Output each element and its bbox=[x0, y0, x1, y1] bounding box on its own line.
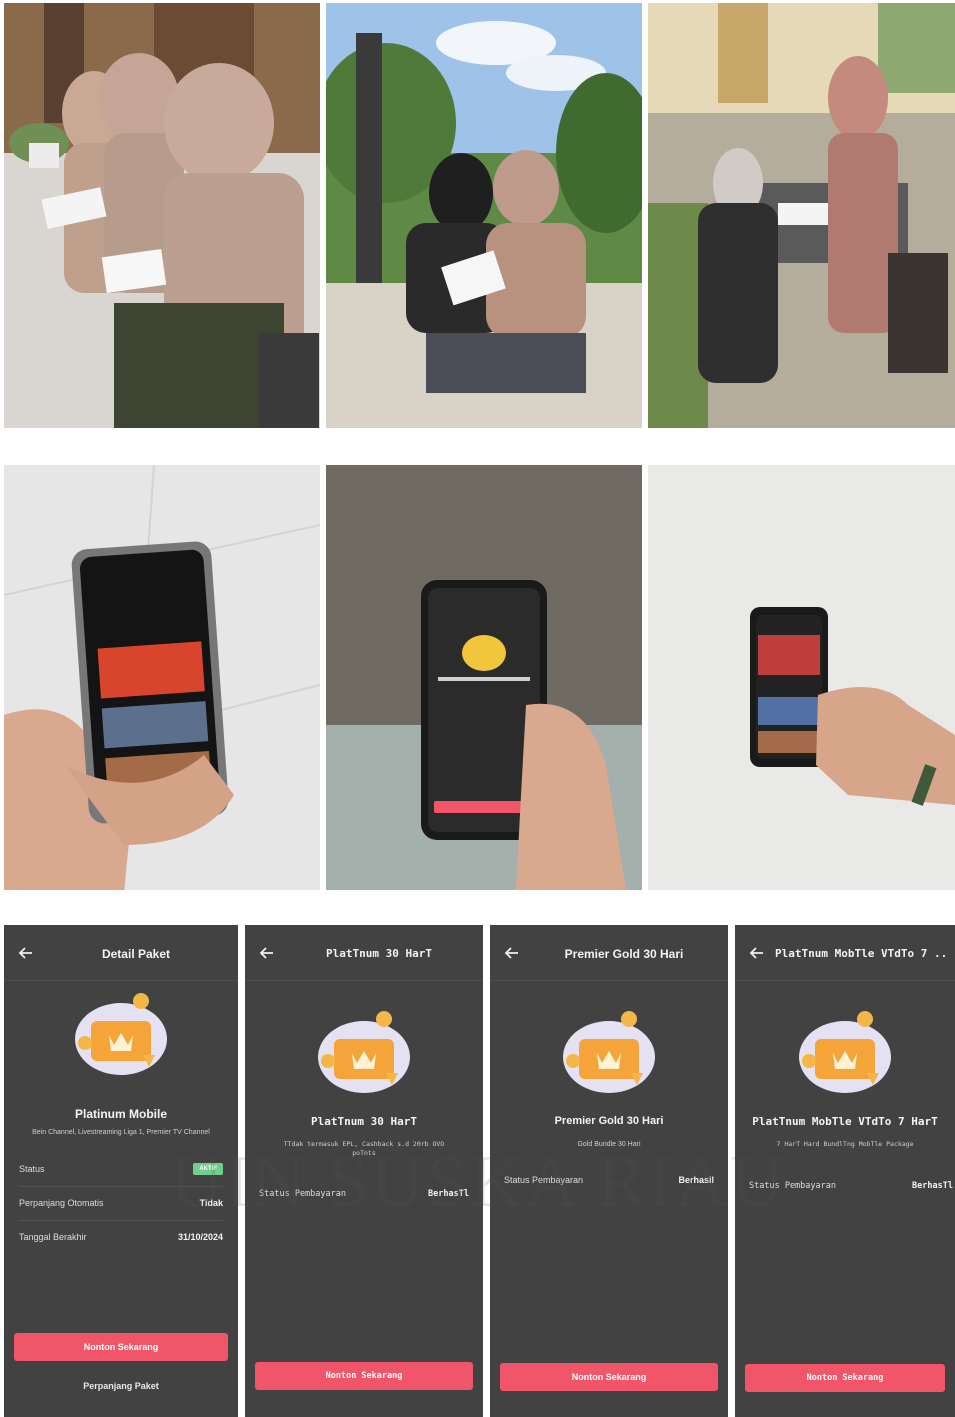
photo-phone-purchase-success bbox=[326, 465, 642, 890]
page-title: PlatTnum MobTle VTdTo 7 ... bbox=[775, 947, 949, 960]
page-title: Detail Paket bbox=[101, 947, 171, 961]
page-title: Premier Gold 30 Hari bbox=[564, 947, 684, 961]
app-header: PlatTnum MobTle VTdTo 7 ... bbox=[735, 925, 955, 981]
watch-now-button[interactable]: Nonton Sekarang bbox=[255, 1362, 473, 1390]
screen-platinum-30: PlatTnum 30 HarT PlatTnum 30 HarT TTdak … bbox=[245, 925, 483, 1417]
payment-status-value: BerhasTl bbox=[912, 1181, 953, 1191]
screen-platinum-vidio-7: PlatTnum MobTle VTdTo 7 ... PlatTnum Mob… bbox=[735, 925, 955, 1417]
app-header: Detail Paket bbox=[4, 925, 238, 981]
app-header: Premier Gold 30 Hari bbox=[490, 925, 728, 981]
watch-now-button[interactable]: Nonton Sekarang bbox=[745, 1364, 945, 1392]
photo-phone-vidio-app bbox=[648, 465, 955, 890]
arrow-left-icon[interactable] bbox=[502, 943, 522, 963]
package-description: TTdak termasuk EPL, Cashback s.d 20rb OV… bbox=[283, 1140, 445, 1157]
package-name: PlatTnum 30 HarT bbox=[311, 1115, 417, 1128]
auto-renew-label: Perpanjang Otomatis bbox=[19, 1198, 104, 1208]
payment-status-row: Status Pembayaran Berhasil bbox=[504, 1175, 714, 1185]
payment-status-row: Status Pembayaran BerhasTl bbox=[749, 1181, 953, 1191]
payment-status-value: Berhasil bbox=[678, 1175, 714, 1185]
photo-two-students-outdoor bbox=[326, 3, 642, 428]
watch-now-button[interactable]: Nonton Sekarang bbox=[500, 1363, 718, 1391]
payment-status-value: BerhasTl bbox=[428, 1189, 469, 1199]
arrow-left-icon[interactable] bbox=[16, 943, 36, 963]
watch-now-button[interactable]: Nonton Sekarang bbox=[14, 1333, 228, 1361]
crown-card-illustration-icon bbox=[799, 1011, 891, 1093]
package-name: PlatTnum MobTle VTdTo 7 HarT bbox=[752, 1115, 938, 1128]
arrow-left-icon[interactable] bbox=[747, 943, 767, 963]
photo-phone-vidio-home bbox=[4, 465, 320, 890]
payment-status-label: Status Pembayaran bbox=[504, 1175, 584, 1185]
package-description: Bein Channel, Livestreaming Liga 1, Prem… bbox=[32, 1129, 210, 1136]
status-badge: AKTIF bbox=[193, 1163, 223, 1175]
auto-renew-row: Perpanjang Otomatis Tidak bbox=[19, 1187, 223, 1221]
screen-premier-gold-30: Premier Gold 30 Hari Premier Gold 30 Har… bbox=[490, 925, 728, 1417]
package-name: Platinum Mobile bbox=[74, 1107, 167, 1121]
payment-status-row: Status Pembayaran BerhasTl bbox=[259, 1189, 469, 1199]
payment-status-label: Status Pembayaran bbox=[749, 1181, 836, 1191]
arrow-left-icon[interactable] bbox=[257, 943, 277, 963]
photo-students-at-table bbox=[648, 3, 955, 428]
end-date-label: Tanggal Berakhir bbox=[19, 1232, 87, 1242]
package-description: Gold Bundle 30 Hari bbox=[577, 1141, 641, 1148]
payment-status-label: Status Pembayaran bbox=[259, 1189, 346, 1199]
status-label: Status bbox=[19, 1164, 45, 1174]
end-date-row: Tanggal Berakhir 31/10/2024 bbox=[19, 1221, 223, 1255]
page-title: PlatTnum 30 HarT bbox=[326, 947, 432, 960]
auto-renew-value: Tidak bbox=[199, 1198, 223, 1208]
extend-package-link[interactable]: Perpanjang Paket bbox=[4, 1381, 238, 1391]
crown-card-illustration-icon bbox=[318, 1011, 410, 1093]
package-description: 7 HarT Hard BundlTng MobTle Package bbox=[776, 1140, 914, 1148]
photo-students-filling-forms bbox=[4, 3, 320, 428]
screen-detail-paket: Detail Paket Platinum Mobile Bein Channe… bbox=[4, 925, 238, 1417]
app-header: PlatTnum 30 HarT bbox=[245, 925, 483, 981]
status-row: Status AKTIF bbox=[19, 1153, 223, 1187]
documentation-collage: Detail Paket Platinum Mobile Bein Channe… bbox=[0, 0, 955, 1417]
crown-card-illustration-icon bbox=[75, 993, 167, 1075]
crown-card-illustration-icon bbox=[563, 1011, 655, 1093]
end-date-value: 31/10/2024 bbox=[177, 1232, 223, 1242]
package-name: Premier Gold 30 Hari bbox=[554, 1115, 664, 1127]
